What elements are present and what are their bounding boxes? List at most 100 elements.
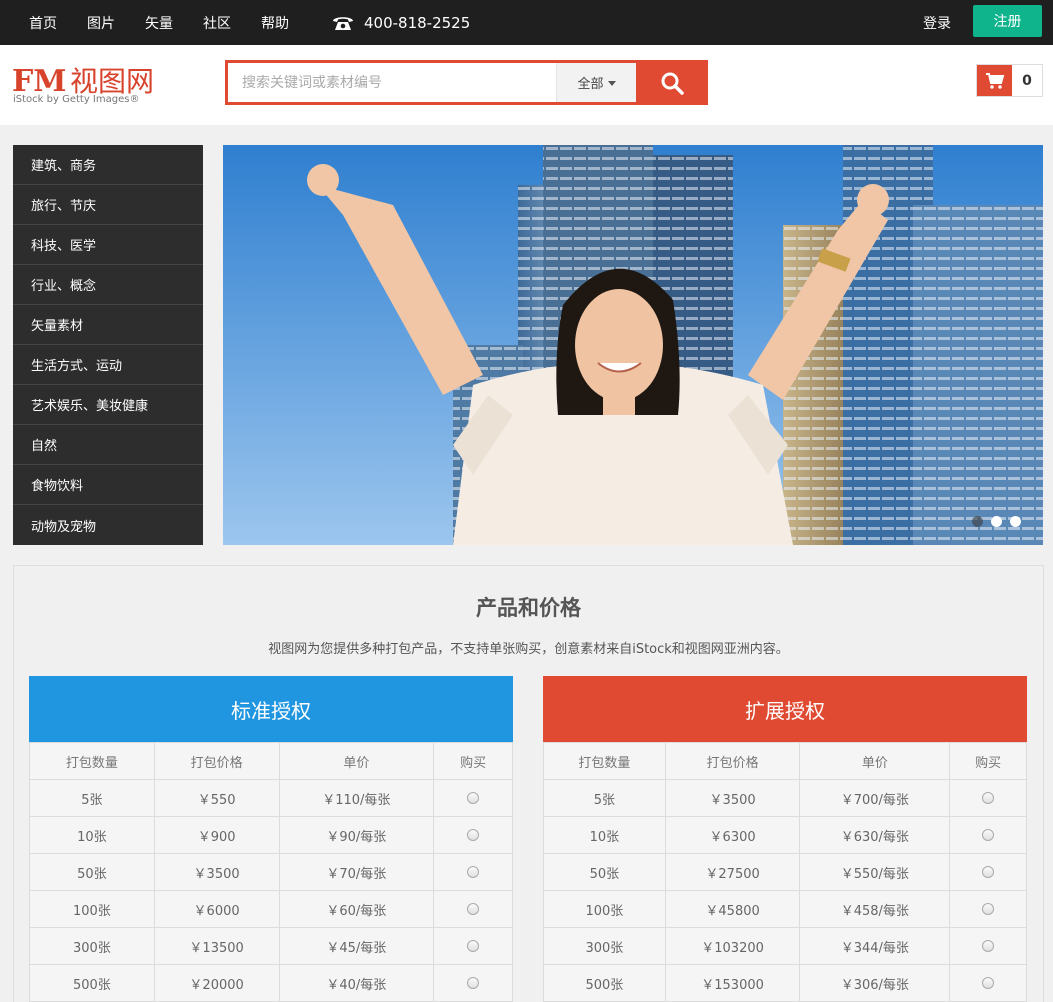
- table-row: 50张 ￥27500 ￥550/每张: [543, 853, 1027, 891]
- buy-cell: [949, 927, 1027, 965]
- buy-cell: [433, 853, 513, 891]
- unit-price-cell: ￥40/每张: [278, 964, 435, 1002]
- unit-price-cell: ￥458/每张: [799, 890, 951, 928]
- col-package-price: 打包价格: [664, 742, 801, 780]
- buy-cell: [949, 816, 1027, 854]
- search-input[interactable]: [228, 63, 556, 102]
- hero-banner[interactable]: [223, 145, 1043, 545]
- package-price-cell: ￥6000: [153, 890, 280, 928]
- table-row: 500张 ￥153000 ￥306/每张: [543, 964, 1027, 1002]
- slide-dot-active[interactable]: [1010, 516, 1021, 527]
- category-item[interactable]: 矢量素材: [13, 305, 203, 345]
- package-price-cell: ￥550: [153, 779, 280, 817]
- table-row: 10张 ￥900 ￥90/每张: [29, 816, 513, 854]
- table-header-row: 打包数量 打包价格 单价 购买: [29, 742, 513, 780]
- category-item[interactable]: 旅行、节庆: [13, 185, 203, 225]
- buy-radio[interactable]: [467, 866, 480, 878]
- quantity-cell: 50张: [29, 853, 155, 891]
- table-row: 50张 ￥3500 ￥70/每张: [29, 853, 513, 891]
- col-package-price: 打包价格: [153, 742, 280, 780]
- buy-radio[interactable]: [467, 977, 480, 989]
- buy-radio[interactable]: [982, 977, 995, 989]
- search-button[interactable]: [636, 60, 708, 105]
- buy-cell: [433, 890, 513, 928]
- category-item[interactable]: 建筑、商务: [13, 145, 203, 185]
- cart-button[interactable]: 0: [976, 64, 1043, 97]
- nav-community[interactable]: 社区: [188, 13, 246, 33]
- unit-price-cell: ￥45/每张: [278, 927, 435, 965]
- category-item[interactable]: 行业、概念: [13, 265, 203, 305]
- package-price-cell: ￥900: [153, 816, 280, 854]
- buy-cell: [433, 964, 513, 1002]
- package-price-cell: ￥27500: [664, 853, 801, 891]
- buy-cell: [949, 964, 1027, 1002]
- buy-radio[interactable]: [982, 829, 995, 841]
- phone-contact: 400-818-2525: [332, 0, 470, 45]
- register-button[interactable]: 注册: [973, 5, 1042, 37]
- col-quantity: 打包数量: [543, 742, 666, 780]
- quantity-cell: 100张: [29, 890, 155, 928]
- banner-image: [223, 145, 1043, 545]
- standard-license-table: 标准授权 打包数量 打包价格 单价 购买 5张 ￥550 ￥110/每张 10张…: [29, 676, 513, 1002]
- unit-price-cell: ￥60/每张: [278, 890, 435, 928]
- package-price-cell: ￥45800: [664, 890, 801, 928]
- buy-radio[interactable]: [982, 866, 995, 878]
- buy-radio[interactable]: [467, 903, 480, 915]
- buy-radio[interactable]: [467, 792, 480, 804]
- category-item[interactable]: 动物及宠物: [13, 505, 203, 545]
- unit-price-cell: ￥630/每张: [799, 816, 951, 854]
- buy-cell: [433, 927, 513, 965]
- col-unit-price: 单价: [799, 742, 951, 780]
- buy-radio[interactable]: [467, 829, 480, 841]
- buy-radio[interactable]: [982, 940, 995, 952]
- category-item[interactable]: 自然: [13, 425, 203, 465]
- quantity-cell: 500张: [543, 964, 666, 1002]
- search-scope-dropdown[interactable]: 全部: [556, 63, 636, 102]
- slide-dot[interactable]: [991, 516, 1002, 527]
- quantity-cell: 300张: [29, 927, 155, 965]
- search-icon: [661, 72, 684, 95]
- package-price-cell: ￥3500: [153, 853, 280, 891]
- top-nav: 首页 图片 矢量 社区 帮助: [14, 0, 304, 45]
- buy-radio[interactable]: [982, 792, 995, 804]
- nav-help[interactable]: 帮助: [246, 13, 304, 33]
- slide-dot[interactable]: [972, 516, 983, 527]
- login-link[interactable]: 登录: [923, 0, 951, 45]
- col-buy: 购买: [433, 742, 513, 780]
- extended-license-title: 扩展授权: [543, 676, 1027, 742]
- category-item[interactable]: 艺术娱乐、美妆健康: [13, 385, 203, 425]
- standard-price-table: 打包数量 打包价格 单价 购买 5张 ￥550 ￥110/每张 10张 ￥900…: [29, 742, 513, 1002]
- quantity-cell: 100张: [543, 890, 666, 928]
- package-price-cell: ￥3500: [664, 779, 801, 817]
- header: FM 视图网 iStock by Getty Images® 全部 0: [0, 45, 1053, 125]
- package-price-cell: ￥6300: [664, 816, 801, 854]
- table-row: 300张 ￥13500 ￥45/每张: [29, 927, 513, 965]
- package-price-cell: ￥20000: [153, 964, 280, 1002]
- unit-price-cell: ￥70/每张: [278, 853, 435, 891]
- table-row: 100张 ￥45800 ￥458/每张: [543, 890, 1027, 928]
- unit-price-cell: ￥306/每张: [799, 964, 951, 1002]
- category-item[interactable]: 食物饮料: [13, 465, 203, 505]
- phone-number: 400-818-2525: [364, 13, 471, 32]
- telephone-icon: [333, 16, 353, 30]
- quantity-cell: 300张: [543, 927, 666, 965]
- quantity-cell: 500张: [29, 964, 155, 1002]
- package-price-cell: ￥103200: [664, 927, 801, 965]
- caret-down-icon: [607, 81, 616, 86]
- unit-price-cell: ￥550/每张: [799, 853, 951, 891]
- unit-price-cell: ￥344/每张: [799, 927, 951, 965]
- nav-images[interactable]: 图片: [72, 13, 130, 33]
- category-item[interactable]: 生活方式、运动: [13, 345, 203, 385]
- unit-price-cell: ￥90/每张: [278, 816, 435, 854]
- logo-subtitle: iStock by Getty Images®: [13, 94, 140, 105]
- category-item[interactable]: 科技、医学: [13, 225, 203, 265]
- nav-vectors[interactable]: 矢量: [130, 13, 188, 33]
- nav-home[interactable]: 首页: [14, 13, 72, 33]
- extended-price-table: 打包数量 打包价格 单价 购买 5张 ￥3500 ￥700/每张 10张 ￥63…: [543, 742, 1027, 1002]
- table-row: 100张 ￥6000 ￥60/每张: [29, 890, 513, 928]
- buy-radio[interactable]: [982, 903, 995, 915]
- pricing-section: 产品和价格 视图网为您提供多种打包产品，不支持单张购买，创意素材来自iStock…: [13, 565, 1044, 1002]
- quantity-cell: 50张: [543, 853, 666, 891]
- table-row: 5张 ￥3500 ￥700/每张: [543, 779, 1027, 817]
- buy-radio[interactable]: [467, 940, 480, 952]
